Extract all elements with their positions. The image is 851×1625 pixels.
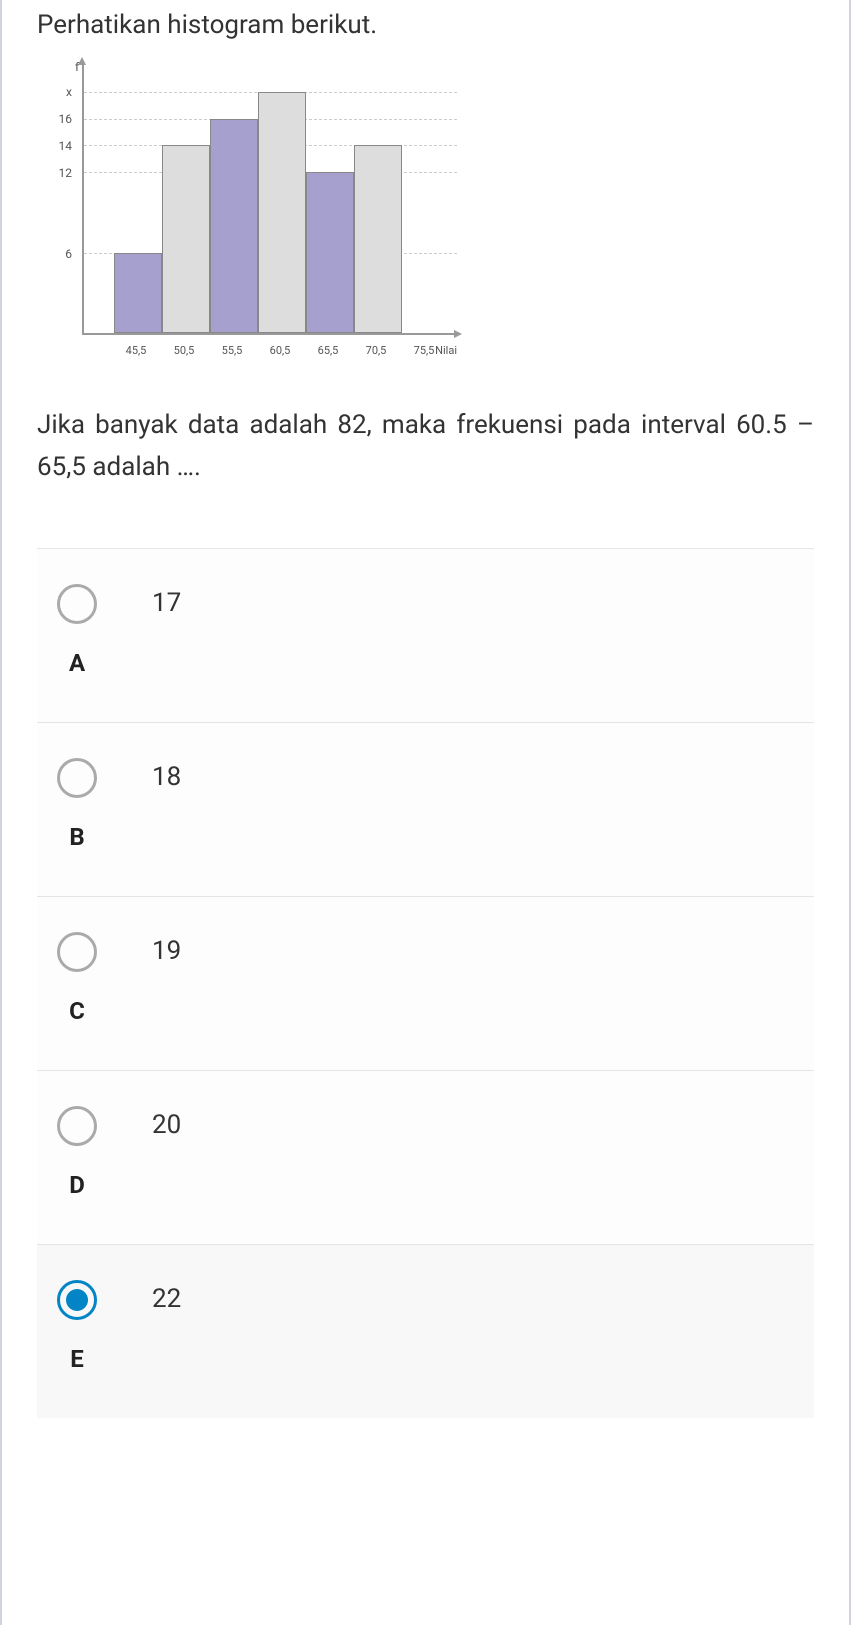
bars-group: [114, 65, 457, 333]
y-axis: x 16 14 12 6: [37, 65, 77, 335]
radio-c[interactable]: [57, 932, 97, 972]
option-letter: B: [69, 823, 84, 851]
x-axis-label: Nilai: [435, 344, 457, 357]
option-letter: D: [69, 1171, 85, 1199]
radio-e[interactable]: [57, 1280, 97, 1320]
x-tick: 45,5: [112, 344, 160, 357]
option-b[interactable]: B 18: [37, 722, 814, 896]
y-tick: 12: [59, 166, 73, 180]
bar-5: [306, 172, 354, 333]
option-a[interactable]: A 17: [37, 548, 814, 722]
x-tick: 55,5: [208, 344, 256, 357]
bar-3: [210, 119, 258, 333]
y-tick: 14: [59, 139, 73, 153]
option-text: 22: [152, 1280, 181, 1314]
option-c[interactable]: C 19: [37, 896, 814, 1070]
option-e[interactable]: E 22: [37, 1244, 814, 1418]
y-tick: 6: [65, 247, 72, 261]
radio-d[interactable]: [57, 1106, 97, 1146]
bar-2: [162, 145, 210, 333]
bar-6: [354, 145, 402, 333]
options-list: A 17 B 18 C 19 D 20: [37, 548, 814, 1418]
x-tick: 50,5: [160, 344, 208, 357]
question-text: Jika banyak data adalah 82, maka frekuen…: [37, 405, 814, 488]
option-d[interactable]: D 20: [37, 1070, 814, 1244]
question-intro: Perhatikan histogram berikut.: [37, 0, 814, 40]
radio-a[interactable]: [57, 584, 97, 624]
option-text: 18: [152, 758, 181, 792]
option-text: 20: [152, 1106, 181, 1140]
x-tick: 65,5: [304, 344, 352, 357]
option-letter: C: [69, 997, 85, 1025]
histogram-chart: f x 16 14 12 6 45,5: [37, 65, 457, 365]
quiz-container: Perhatikan histogram berikut. f x 16 14 …: [0, 0, 851, 1625]
option-letter: E: [70, 1345, 84, 1373]
bar-1: [114, 253, 162, 333]
bar-4: [258, 92, 306, 333]
chart-plot-area: [82, 65, 457, 335]
option-letter: A: [69, 649, 85, 677]
x-labels: 45,5 50,5 55,5 60,5 65,5 70,5 75,5: [82, 344, 457, 357]
option-text: 17: [152, 584, 181, 618]
option-text: 19: [152, 932, 181, 966]
x-axis-arrow: [454, 330, 462, 338]
radio-b[interactable]: [57, 758, 97, 798]
x-tick: 70,5: [352, 344, 400, 357]
y-tick: x: [66, 85, 72, 99]
x-tick: 60,5: [256, 344, 304, 357]
y-axis-arrow: [78, 57, 86, 65]
y-tick: 16: [59, 112, 73, 126]
